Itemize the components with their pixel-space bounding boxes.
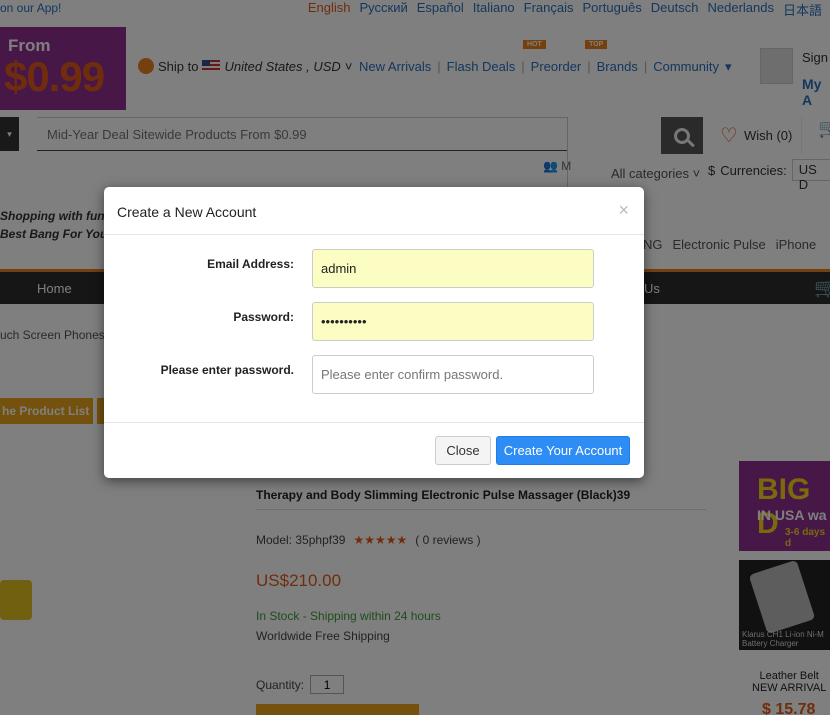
email-field[interactable] [312, 249, 594, 288]
password-field[interactable] [312, 302, 594, 341]
create-account-button[interactable]: Create Your Account [496, 436, 630, 465]
page-background: on our App! English Русский Español Ital… [0, 0, 830, 715]
create-account-dialog: Create a New Account × Email Address: Pa… [104, 187, 644, 478]
confirm-password-label: Please enter password. [160, 363, 294, 377]
dialog-title: Create a New Account [117, 204, 257, 220]
close-icon[interactable]: × [618, 200, 629, 221]
dialog-header: Create a New Account × [104, 187, 644, 235]
close-button[interactable]: Close [435, 436, 491, 465]
confirm-password-field[interactable] [312, 355, 594, 394]
email-label: Email Address: [207, 257, 294, 271]
password-label: Password: [233, 310, 294, 324]
dialog-footer: Close Create Your Account [104, 422, 644, 478]
